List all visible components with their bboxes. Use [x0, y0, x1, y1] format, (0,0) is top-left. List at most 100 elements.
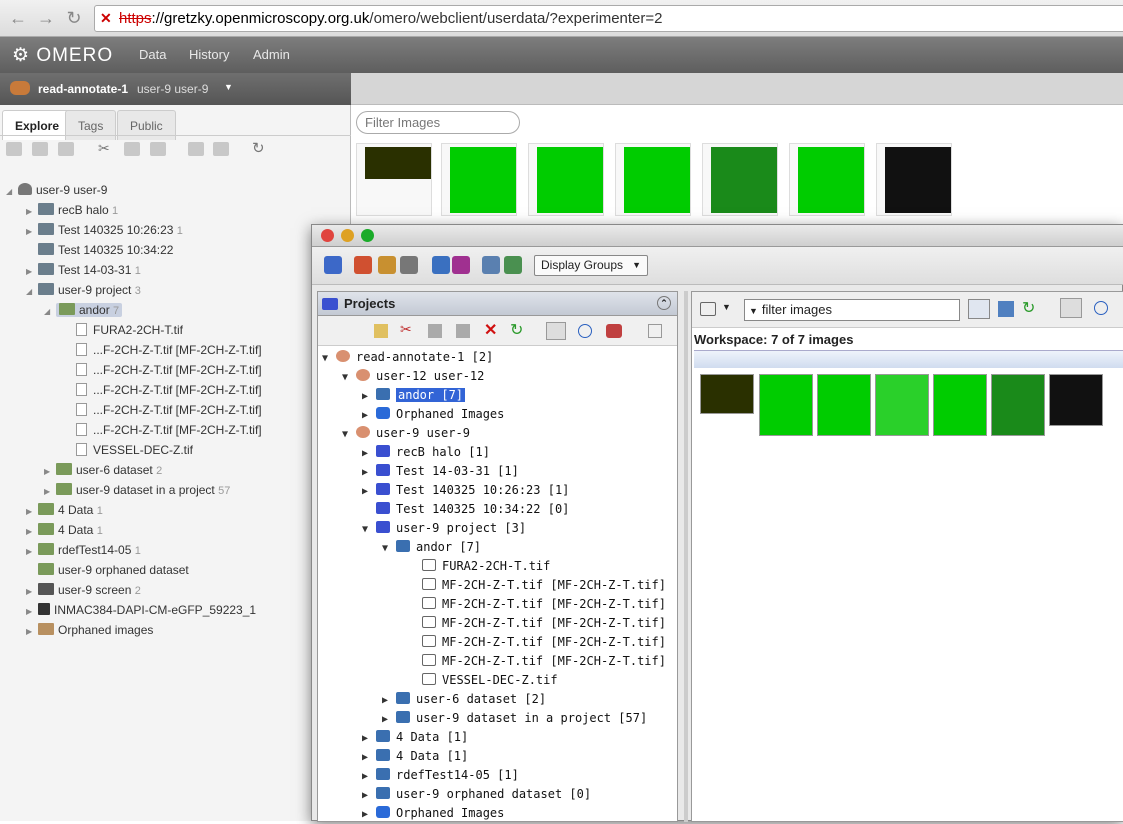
- delete-icon[interactable]: [188, 142, 204, 156]
- cut-icon[interactable]: ✂: [98, 140, 110, 157]
- tree-item[interactable]: ◢ andor 7: [44, 301, 123, 319]
- filter-images-input[interactable]: Filter Images: [356, 111, 520, 134]
- jtree-item[interactable]: ▶ user-6 dataset [2]: [382, 690, 546, 709]
- jtree-item[interactable]: VESSEL-DEC-Z.tif: [422, 671, 558, 690]
- display-groups-dropdown[interactable]: Display Groups ▼: [534, 255, 648, 276]
- tree-item[interactable]: ▶ Test 14-03-31 1: [26, 261, 141, 279]
- import-icon[interactable]: [482, 256, 500, 274]
- image-thumbnail[interactable]: [528, 143, 604, 216]
- tree-item[interactable]: ▶ Orphaned images: [26, 621, 153, 639]
- tree-item[interactable]: ...F-2CH-Z-T.tif [MF-2CH-Z-T.tif]: [76, 401, 262, 419]
- minimize-icon[interactable]: [341, 229, 354, 242]
- projects-header[interactable]: Projects ⌃: [318, 292, 677, 316]
- tree-item[interactable]: ▶ 4 Data 1: [26, 501, 103, 519]
- jtree-item[interactable]: FURA2-2CH-T.tif: [422, 557, 550, 576]
- jtree-item[interactable]: ▶ recB halo [1]: [362, 443, 490, 462]
- jtree-item[interactable]: ▶ andor [7]: [362, 386, 466, 405]
- chevron-down-icon[interactable]: ▼: [722, 302, 731, 312]
- cut-icon[interactable]: ✂: [400, 321, 412, 338]
- jtree-item[interactable]: MF-2CH-Z-T.tif [MF-2CH-Z-T.tif]: [422, 614, 666, 633]
- workspace-thumbnail[interactable]: [817, 374, 871, 436]
- panel-icon[interactable]: [648, 324, 662, 338]
- omero-logo[interactable]: ⚙ OMERO: [12, 44, 113, 67]
- list-view-icon[interactable]: [998, 301, 1014, 317]
- delete-icon[interactable]: ✕: [484, 320, 497, 340]
- nav-history[interactable]: History: [189, 47, 229, 62]
- jtree-item[interactable]: ▼ user-9 project [3]: [362, 519, 526, 538]
- panel-splitter[interactable]: [684, 291, 688, 822]
- jtree-item[interactable]: Test 140325 10:34:22 [0]: [362, 500, 569, 519]
- workspace-thumbnail[interactable]: [1049, 374, 1103, 426]
- forward-icon[interactable]: →: [34, 6, 58, 30]
- tree-item[interactable]: Test 140325 10:34:22: [26, 241, 173, 259]
- browser-view-icon[interactable]: [324, 256, 342, 274]
- refresh-icon[interactable]: ↻: [510, 320, 523, 340]
- chgrp-icon[interactable]: [213, 142, 229, 156]
- jtree-item[interactable]: ▶ rdefTest14-05 [1]: [362, 766, 519, 785]
- jtree-item[interactable]: ▶ user-9 orphaned dataset [0]: [362, 785, 591, 804]
- tree-item[interactable]: ▶ rdefTest14-05 1: [26, 541, 141, 559]
- tree-item[interactable]: ...F-2CH-Z-T.tif [MF-2CH-Z-T.tif]: [76, 361, 262, 379]
- copy-icon[interactable]: [124, 142, 140, 156]
- jtree-item[interactable]: ▶ user-9 dataset in a project [57]: [382, 709, 647, 728]
- chevron-down-icon[interactable]: ▼: [224, 82, 233, 92]
- filter-icon[interactable]: [700, 302, 716, 316]
- new-screen-icon[interactable]: [58, 142, 74, 156]
- group-user-switcher[interactable]: read-annotate-1 user-9 user-9 ▼: [0, 73, 351, 105]
- tree-root[interactable]: ◢ user-9 user-9: [6, 181, 107, 199]
- nav-data[interactable]: Data: [139, 47, 166, 62]
- tree-item[interactable]: ▶ 4 Data 1: [26, 521, 103, 539]
- export-icon[interactable]: [504, 256, 522, 274]
- timer-icon[interactable]: [1094, 301, 1108, 315]
- tree-item[interactable]: ▶ user-9 screen 2: [26, 581, 141, 599]
- sort-icon[interactable]: [1060, 298, 1082, 318]
- tree-item[interactable]: FURA2-2CH-T.tif: [76, 321, 183, 339]
- sort-icon[interactable]: [546, 322, 566, 340]
- grid-view-icon[interactable]: [378, 256, 396, 274]
- paste-icon[interactable]: [456, 324, 470, 338]
- image-thumbnail[interactable]: [356, 143, 432, 216]
- users-icon[interactable]: [606, 324, 622, 338]
- workspace-filter-input[interactable]: ▼ filter images: [744, 299, 960, 321]
- jtree-item[interactable]: ▶ Test 14-03-31 [1]: [362, 462, 519, 481]
- tree-item[interactable]: ▶ user-9 dataset in a project 57: [44, 481, 230, 499]
- tree-item[interactable]: ◢ user-9 project 3: [26, 281, 141, 299]
- tree-item[interactable]: ...F-2CH-Z-T.tif [MF-2CH-Z-T.tif]: [76, 421, 262, 439]
- jtree-item[interactable]: ▼ read-annotate-1 [2]: [322, 348, 493, 367]
- zoom-icon[interactable]: [361, 229, 374, 242]
- nav-admin[interactable]: Admin: [253, 47, 290, 62]
- close-icon[interactable]: [321, 229, 334, 242]
- groups-icon[interactable]: [452, 256, 470, 274]
- tree-item[interactable]: ▶ INMAC384-DAPI-CM-eGFP_59223_1: [26, 601, 256, 619]
- fullscreen-icon[interactable]: [400, 256, 418, 274]
- jtree-item[interactable]: ▶ 4 Data [1]: [362, 747, 468, 766]
- reload-icon[interactable]: ↻: [62, 6, 86, 30]
- jtree-item[interactable]: MF-2CH-Z-T.tif [MF-2CH-Z-T.tif]: [422, 595, 666, 614]
- users-tree-icon[interactable]: [432, 256, 450, 274]
- jtree-item[interactable]: ▶ Test 140325 10:26:23 [1]: [362, 481, 569, 500]
- tree-item[interactable]: ...F-2CH-Z-T.tif [MF-2CH-Z-T.tif]: [76, 381, 262, 399]
- image-thumbnail[interactable]: [615, 143, 691, 216]
- tree-item[interactable]: ▶ recB halo 1: [26, 201, 118, 219]
- tree-item[interactable]: ▶ user-6 dataset 2: [44, 461, 162, 479]
- timer-icon[interactable]: [578, 324, 592, 338]
- thumbnail-view-icon[interactable]: [968, 299, 990, 319]
- new-project-icon[interactable]: [6, 142, 22, 156]
- tree-item[interactable]: user-9 orphaned dataset: [26, 561, 189, 579]
- new-dataset-icon[interactable]: [32, 142, 48, 156]
- image-thumbnail[interactable]: [876, 143, 952, 216]
- jtree-item[interactable]: ▼ andor [7]: [382, 538, 481, 557]
- image-thumbnail[interactable]: [789, 143, 865, 216]
- jtree-item[interactable]: MF-2CH-Z-T.tif [MF-2CH-Z-T.tif]: [422, 576, 666, 595]
- workspace-thumbnail[interactable]: [875, 374, 929, 436]
- jtree-item[interactable]: ▼ user-12 user-12: [342, 367, 484, 386]
- paste-icon[interactable]: [150, 142, 166, 156]
- url-bar[interactable]: ✕ https://gretzky.openmicroscopy.org.uk/…: [94, 5, 1123, 32]
- copy-icon[interactable]: [428, 324, 442, 338]
- jtree-item[interactable]: ▶ 4 Data [1]: [362, 728, 468, 747]
- annotate-icon[interactable]: [354, 256, 372, 274]
- collapse-icon[interactable]: ⌃: [657, 296, 671, 310]
- jtree-item[interactable]: ▼ user-9 user-9: [342, 424, 470, 443]
- workspace-thumbnail[interactable]: [933, 374, 987, 436]
- jtree-item[interactable]: ▶ Orphaned Images: [362, 405, 504, 424]
